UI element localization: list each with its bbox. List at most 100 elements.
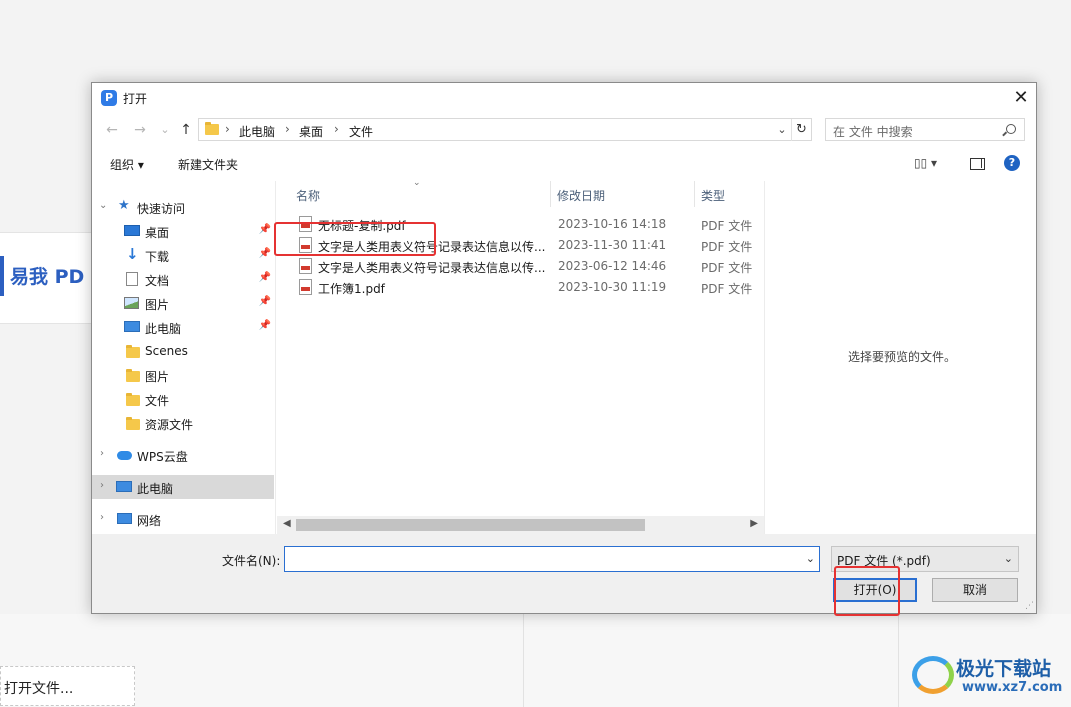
new-folder-button[interactable]: 新建文件夹 (178, 156, 238, 173)
search-icon (1006, 124, 1016, 134)
highlight-box (834, 566, 900, 616)
filename-label: 文件名(N): (222, 554, 281, 568)
sidebar-item-label: 图片 (145, 298, 170, 312)
scroll-left-icon[interactable]: ◀ (283, 518, 291, 529)
filename-input[interactable]: ⌄ (284, 546, 820, 572)
search-placeholder: 在 文件 中搜索 (833, 125, 913, 139)
scroll-right-icon[interactable]: ▶ (750, 518, 758, 529)
desktop-icon (124, 225, 140, 236)
file-row[interactable]: 工作簿1.pdf 2023-10-30 11:19 PDF 文件 (289, 277, 759, 298)
sidebar-item-quick-access[interactable]: ⌄ ★ 快速访问 (92, 195, 274, 219)
up-folder-button[interactable]: ↑ (176, 119, 196, 141)
folder-icon (126, 345, 140, 358)
dialog-titlebar[interactable]: P 打开 ✕ (92, 83, 1036, 113)
sidebar-item-this-pc-pinned[interactable]: 此电脑 📌 (92, 315, 274, 339)
sidebar-item-desktop[interactable]: 桌面 📌 (92, 219, 274, 243)
network-icon (117, 513, 132, 524)
sidebar-item-label: 下载 (145, 250, 170, 264)
sidebar-item-label: 快速访问 (137, 202, 186, 216)
forward-button[interactable]: → (130, 119, 150, 141)
file-date: 2023-10-30 11:19 (558, 280, 667, 294)
sidebar-item-label: 图片 (145, 370, 170, 384)
preview-pane: 选择要预览的文件。 (764, 181, 1036, 534)
back-button[interactable]: ← (102, 119, 122, 141)
sidebar-item-label: 此电脑 (137, 482, 174, 496)
pin-icon: 📌 (258, 296, 271, 307)
column-header-type[interactable]: 类型 (701, 187, 725, 204)
scrollbar-thumb[interactable] (296, 519, 645, 531)
file-date: 2023-10-16 14:18 (558, 217, 667, 231)
sidebar-item-resources[interactable]: 资源文件 (92, 411, 274, 435)
open-file-dialog: P 打开 ✕ ← → ⌄ ↑ › 此电脑 › 桌面 › 文件 ⌄ ↻ 在 文件 … (91, 82, 1037, 614)
sidebar-item-documents[interactable]: 文档 📌 (92, 267, 274, 291)
cloud-icon (117, 451, 132, 460)
pdf-file-icon (299, 279, 312, 295)
file-type: PDF 文件 (701, 219, 753, 233)
sidebar-item-pictures-folder[interactable]: 图片 (92, 363, 274, 387)
chevron-down-icon[interactable]: ⌄ (99, 200, 107, 211)
sidebar-item-label: 此电脑 (145, 322, 182, 336)
logo-accent-bar (0, 256, 4, 296)
sidebar-item-network[interactable]: › 网络 (92, 507, 274, 531)
open-file-button[interactable]: 打开文件... (0, 666, 135, 706)
column-header-modified[interactable]: 修改日期 (557, 187, 605, 204)
download-icon: ↓ (126, 245, 139, 263)
star-icon: ★ (118, 198, 130, 213)
folder-icon (126, 417, 140, 430)
file-date: 2023-11-30 11:41 (558, 238, 667, 252)
column-separator[interactable] (550, 181, 551, 207)
breadcrumb-files[interactable]: 文件 (349, 123, 373, 140)
cancel-button[interactable]: 取消 (932, 578, 1018, 602)
file-row[interactable]: 文字是人类用表义符号记录表达信息以传... 2023-06-12 14:46 P… (289, 256, 759, 277)
view-options-icon[interactable]: ▯▯ ▾ (914, 156, 937, 170)
organize-menu[interactable]: 组织 ▾ (110, 156, 144, 173)
sidebar-item-downloads[interactable]: ↓ 下载 📌 (92, 243, 274, 267)
resize-grip-icon[interactable]: ⋰ (1025, 601, 1034, 611)
sidebar-item-label: 网络 (137, 514, 162, 528)
watermark-ring-icon (912, 656, 954, 694)
pin-icon: 📌 (258, 320, 271, 331)
app-logo-text: 易我 PD (10, 266, 85, 288)
folder-icon (205, 122, 219, 135)
sidebar-item-wps-cloud[interactable]: › WPS云盘 (92, 443, 274, 467)
chevron-right-icon[interactable]: › (100, 512, 104, 523)
column-header-name[interactable]: 名称 (296, 187, 320, 204)
chevron-down-icon[interactable]: ⌄ (806, 552, 815, 565)
pin-icon: 📌 (258, 248, 271, 259)
help-icon[interactable]: ? (1004, 155, 1020, 171)
watermark-url: www.xz7.com (962, 680, 1063, 695)
watermark-logo: 极光下载站 www.xz7.com (912, 650, 1068, 700)
background-content-area (0, 614, 1071, 707)
file-name: 工作簿1.pdf (318, 282, 385, 296)
file-type: PDF 文件 (701, 240, 753, 254)
breadcrumb-desktop[interactable]: 桌面 (299, 123, 323, 140)
computer-icon (116, 481, 132, 492)
recent-locations-button[interactable]: ⌄ (155, 119, 175, 141)
close-button[interactable]: ✕ (1006, 83, 1036, 113)
breadcrumb-separator: › (225, 122, 230, 136)
sidebar-item-pictures[interactable]: 图片 📌 (92, 291, 274, 315)
sidebar-item-label: 桌面 (145, 226, 170, 240)
sidebar-item-files[interactable]: 文件 (92, 387, 274, 411)
refresh-icon[interactable]: ↻ (791, 119, 811, 141)
dialog-title: 打开 (123, 92, 148, 106)
breadcrumb-separator: › (285, 122, 290, 136)
address-bar[interactable]: › 此电脑 › 桌面 › 文件 (198, 118, 812, 141)
sidebar-item-scenes[interactable]: Scenes (92, 339, 274, 363)
chevron-right-icon[interactable]: › (100, 448, 104, 459)
sidebar-item-label: WPS云盘 (137, 450, 188, 464)
sidebar-item-this-pc[interactable]: › 此电脑 (92, 475, 274, 499)
folder-icon (126, 393, 140, 406)
column-separator[interactable] (694, 181, 695, 207)
computer-icon (124, 321, 140, 332)
horizontal-scrollbar[interactable]: ◀ ▶ (277, 516, 764, 534)
address-dropdown-icon[interactable]: ⌄ (773, 121, 791, 139)
search-input[interactable]: 在 文件 中搜索 (825, 118, 1025, 141)
file-name: 文字是人类用表义符号记录表达信息以传... (318, 261, 546, 275)
chevron-right-icon[interactable]: › (100, 480, 104, 491)
folder-icon (126, 369, 140, 382)
breadcrumb-separator: › (334, 122, 339, 136)
preview-pane-icon[interactable] (970, 158, 985, 170)
breadcrumb-this-pc[interactable]: 此电脑 (239, 123, 275, 140)
pin-icon: 📌 (258, 224, 271, 235)
